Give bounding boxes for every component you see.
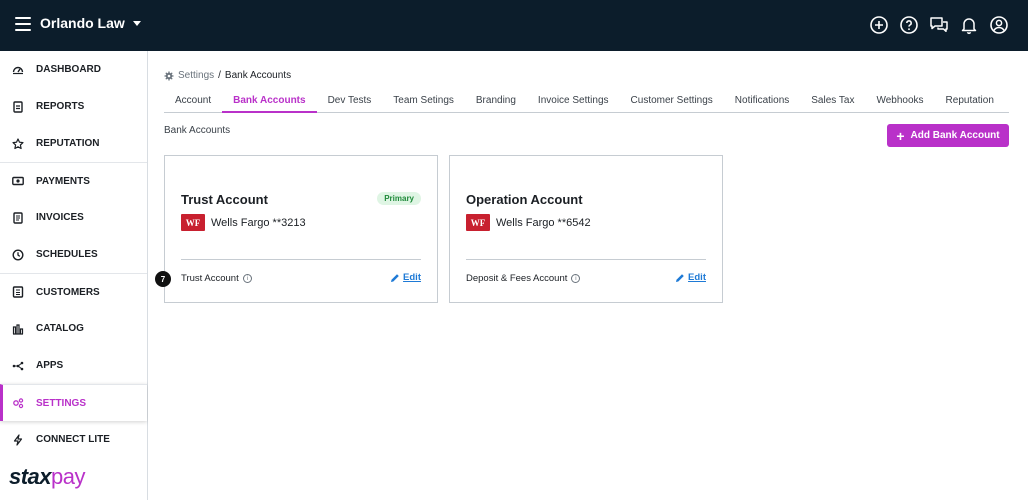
sidebar-item-label: CATALOG <box>36 323 84 334</box>
tab-team-settings[interactable]: Team Setings <box>382 92 465 112</box>
edit-button[interactable]: Edit <box>390 272 421 283</box>
sidebar-item-connect-lite[interactable]: CONNECT LITE <box>0 421 147 458</box>
sidebar-item-reports[interactable]: REPORTS <box>0 88 147 125</box>
sidebar-item-label: CUSTOMERS <box>36 286 100 298</box>
bank-row: WF Wells Fargo **6542 <box>466 214 591 231</box>
tab-webhooks[interactable]: Webhooks <box>865 92 934 112</box>
tab-customer-settings[interactable]: Customer Settings <box>620 92 724 112</box>
tab-account[interactable]: Account <box>164 92 222 112</box>
sidebar-item-settings[interactable]: SETTINGS <box>0 384 147 421</box>
chevron-down-icon <box>132 20 141 26</box>
invoice-icon <box>12 211 24 224</box>
sidebar-item-invoices[interactable]: INVOICES <box>0 199 147 236</box>
sidebar-item-label: CONNECT LITE <box>36 434 110 445</box>
step-badge: 7 <box>155 271 171 287</box>
plus-circle-icon[interactable] <box>869 15 889 35</box>
bank-name: Wells Fargo **6542 <box>496 216 591 229</box>
sidebar-item-label: REPUTATION <box>36 138 100 149</box>
pencil-icon <box>676 273 684 282</box>
info-icon[interactable]: i <box>242 274 252 283</box>
tab-bank-accounts[interactable]: Bank Accounts <box>222 92 317 113</box>
account-type: Deposit & Fees Account i <box>466 273 581 284</box>
sidebar-item-label: SETTINGS <box>36 397 87 409</box>
top-bar: Orlando Law <box>0 0 1028 51</box>
breadcrumb: Settings / Bank Accounts <box>164 70 291 81</box>
sidebar-item-apps[interactable]: APPS <box>0 347 147 384</box>
sidebar-item-dashboard[interactable]: DASHBOARD <box>0 51 147 88</box>
help-icon[interactable] <box>899 15 919 35</box>
account-title: Trust Account <box>181 192 268 207</box>
sidebar-item-label: APPS <box>36 360 64 371</box>
account-title: Operation Account <box>466 192 583 207</box>
settings-tabs: Account Bank Accounts Dev Tests Team Set… <box>164 92 1009 113</box>
section-title: Bank Accounts <box>164 125 231 136</box>
reports-icon <box>12 100 24 113</box>
sidebar-item-schedules[interactable]: SCHEDULES <box>0 236 147 273</box>
tab-notifications[interactable]: Notifications <box>724 92 800 112</box>
customers-icon <box>12 286 24 298</box>
breadcrumb-separator: / <box>218 70 221 81</box>
wells-fargo-logo: WF <box>466 214 490 231</box>
sidebar-item-label: INVOICES <box>36 212 84 223</box>
bank-name: Wells Fargo **3213 <box>211 216 306 229</box>
sidebar-item-label: SCHEDULES <box>36 249 98 260</box>
staxpay-logo: staxpay <box>9 464 86 489</box>
add-bank-account-label: Add Bank Account <box>910 130 1000 141</box>
bank-account-card: Trust Account Primary WF Wells Fargo **3… <box>164 155 438 303</box>
account-type-label: Deposit & Fees Account <box>466 273 568 284</box>
breadcrumb-settings-link[interactable]: Settings <box>178 70 214 81</box>
card-divider <box>181 259 421 260</box>
apps-icon <box>12 360 24 372</box>
plus-icon: + <box>896 127 905 144</box>
sidebar-item-reputation[interactable]: REPUTATION <box>0 125 147 162</box>
bank-row: WF Wells Fargo **3213 <box>181 214 306 231</box>
lightning-icon <box>12 433 24 446</box>
user-icon[interactable] <box>989 15 1009 35</box>
tab-reputation[interactable]: Reputation <box>935 92 1005 112</box>
sidebar: DASHBOARD REPORTS REPUTATION PAYMENTS IN… <box>0 51 148 500</box>
org-name: Orlando Law <box>40 15 125 31</box>
wells-fargo-logo: WF <box>181 214 205 231</box>
tab-branding[interactable]: Branding <box>465 92 527 112</box>
sidebar-item-customers[interactable]: CUSTOMERS <box>0 273 147 310</box>
sidebar-item-label: DASHBOARD <box>36 64 101 75</box>
add-bank-account-button[interactable]: + Add Bank Account <box>887 124 1009 147</box>
menu-icon[interactable] <box>15 17 31 31</box>
bank-account-card: Operation Account WF Wells Fargo **6542 … <box>449 155 723 303</box>
bell-icon[interactable] <box>959 15 979 35</box>
tab-sales-tax[interactable]: Sales Tax <box>800 92 865 112</box>
edit-button[interactable]: Edit <box>675 272 706 283</box>
tab-invoice-settings[interactable]: Invoice Settings <box>527 92 620 112</box>
card-divider <box>466 259 706 260</box>
account-type: Trust Account i <box>181 273 252 284</box>
main-content: Settings / Bank Accounts Account Bank Ac… <box>148 51 1028 500</box>
clock-icon <box>12 248 24 261</box>
info-icon[interactable]: i <box>571 274 581 283</box>
tab-dev-tests[interactable]: Dev Tests <box>317 92 383 112</box>
payments-icon <box>12 175 24 187</box>
account-type-label: Trust Account <box>181 273 239 284</box>
chat-icon[interactable] <box>929 15 949 35</box>
settings-icon <box>12 397 24 409</box>
catalog-icon <box>12 323 24 335</box>
org-switcher[interactable]: Orlando Law <box>40 15 141 31</box>
sidebar-item-label: PAYMENTS <box>36 175 90 187</box>
sidebar-item-catalog[interactable]: CATALOG <box>0 310 147 347</box>
primary-badge: Primary <box>377 192 421 205</box>
star-icon <box>12 137 24 150</box>
pencil-icon <box>391 273 399 282</box>
gear-icon <box>164 71 174 80</box>
edit-label: Edit <box>688 272 706 283</box>
dashboard-icon <box>12 64 24 76</box>
sidebar-item-label: REPORTS <box>36 101 85 112</box>
edit-label: Edit <box>403 272 421 283</box>
sidebar-item-payments[interactable]: PAYMENTS <box>0 162 147 199</box>
breadcrumb-current: Bank Accounts <box>224 70 292 81</box>
